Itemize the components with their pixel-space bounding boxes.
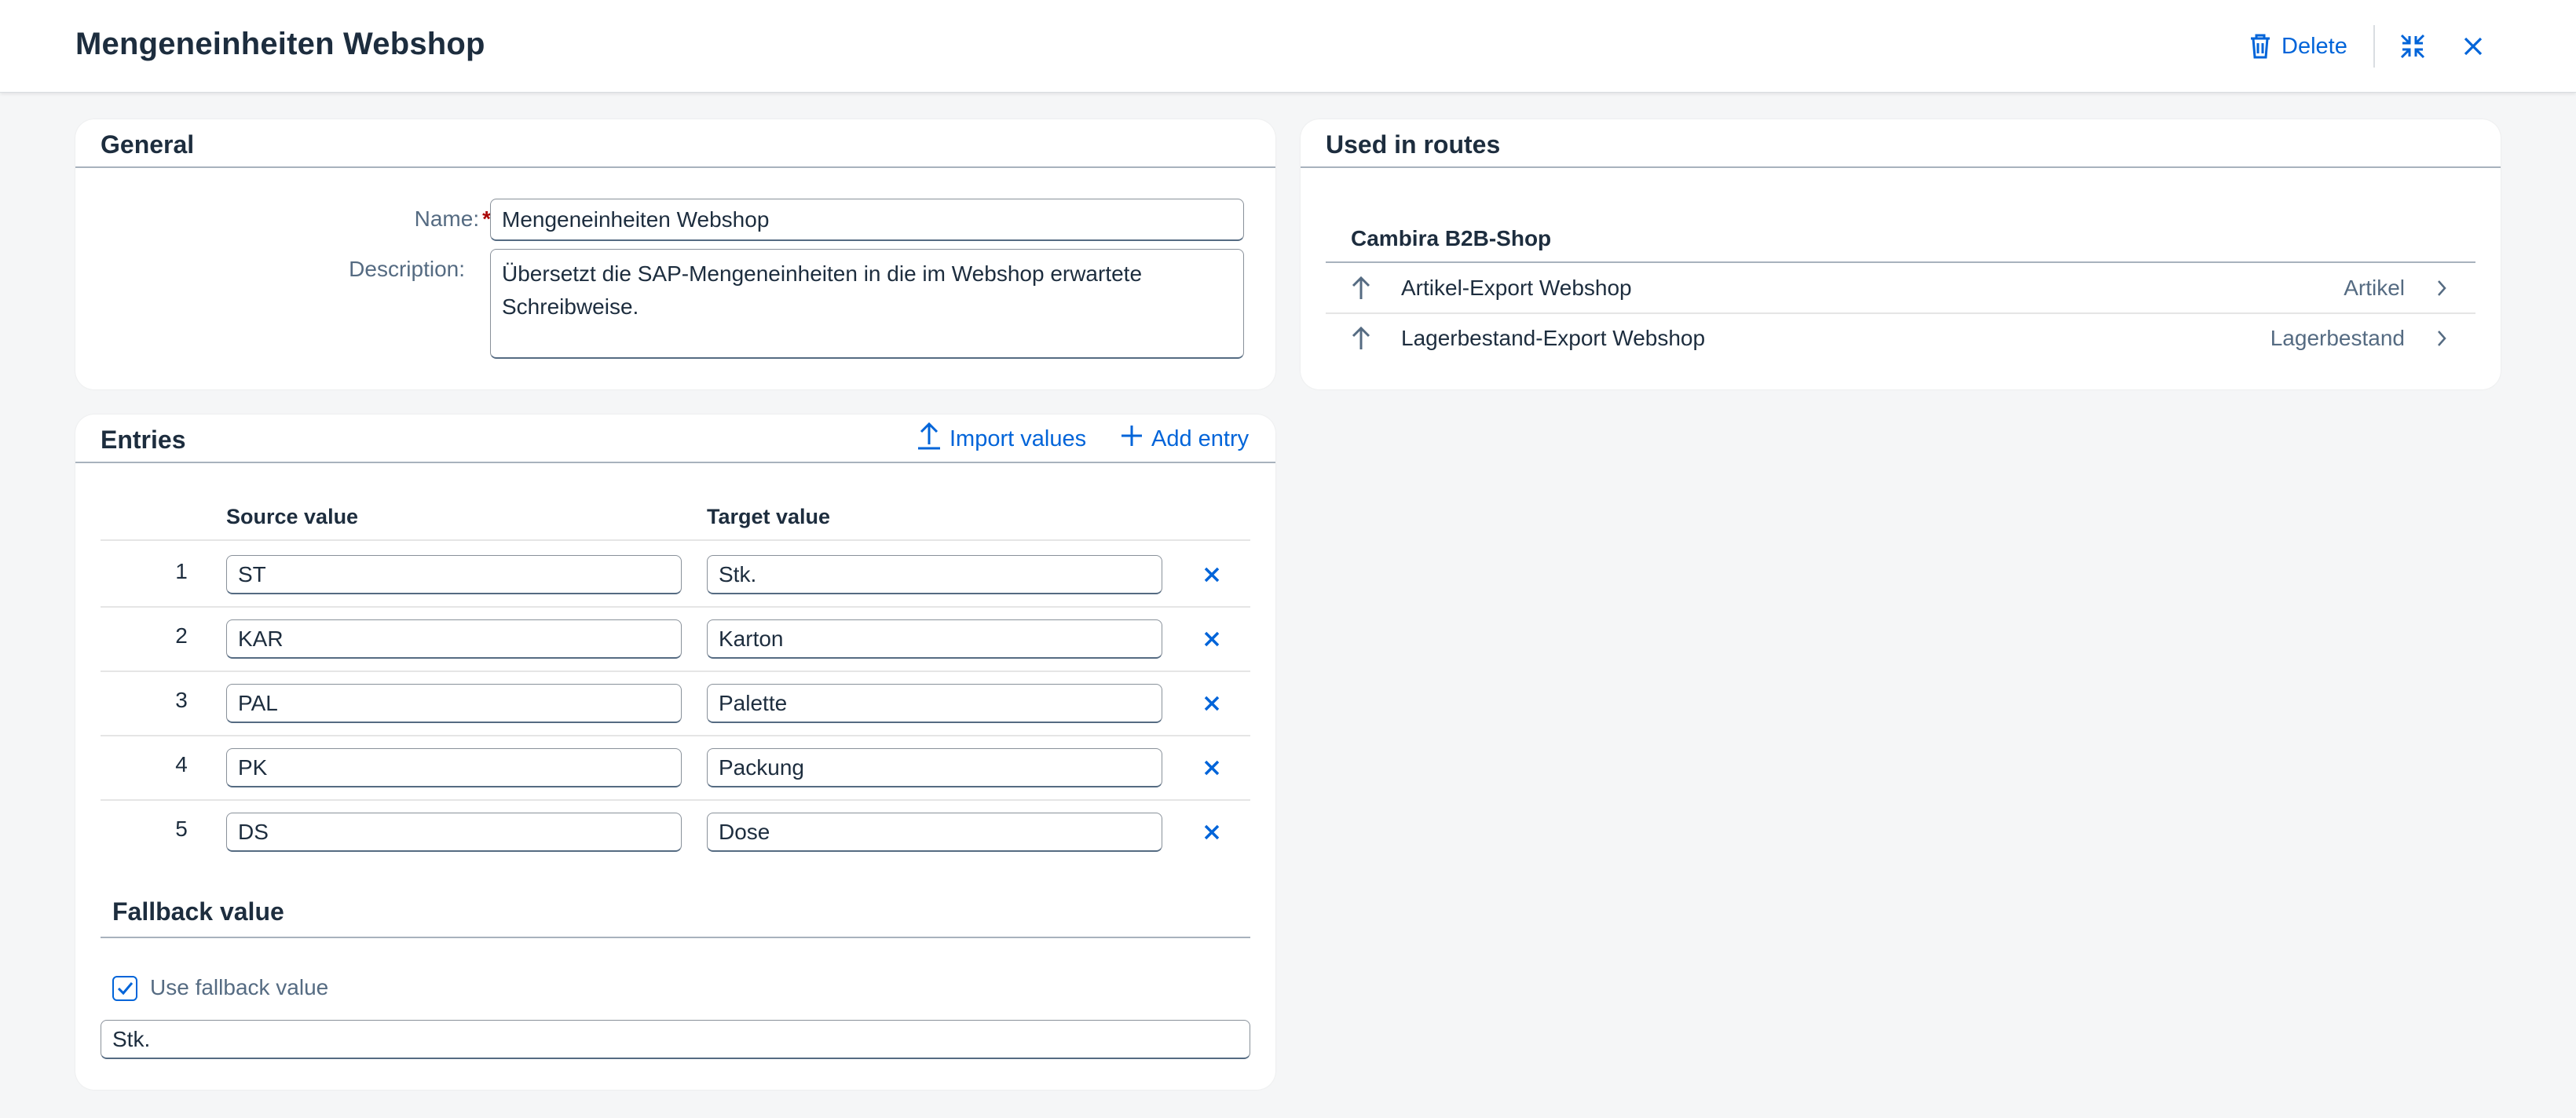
row-divider: [101, 799, 1250, 801]
fallback-value: Stk.: [112, 1026, 151, 1051]
delete-button-label: Delete: [2281, 33, 2347, 59]
target-value: Packung: [719, 754, 804, 780]
general-divider: [75, 166, 1275, 168]
header-separator: [2373, 25, 2375, 68]
close-icon: [1204, 567, 1220, 583]
trash-icon: [2249, 33, 2272, 60]
target-value-input[interactable]: Dose: [707, 813, 1162, 852]
row-number: 3: [175, 688, 188, 712]
route-group-title: Cambira B2B-Shop: [1351, 226, 1552, 250]
source-value-input[interactable]: PAL: [226, 684, 682, 723]
target-value-input[interactable]: Palette: [707, 684, 1162, 723]
name-label-text: Name:: [414, 206, 480, 231]
add-entry-button[interactable]: Add entry: [1120, 422, 1249, 455]
row-divider: [101, 670, 1250, 672]
close-icon: [2462, 35, 2484, 57]
source-value-input[interactable]: PK: [226, 748, 682, 787]
description-value: Übersetzt die SAP-Mengeneinheiten in die…: [502, 261, 1143, 319]
fallback-value-input[interactable]: Stk.: [101, 1020, 1250, 1059]
checkmark-icon: [117, 982, 134, 996]
target-value-input[interactable]: Stk.: [707, 555, 1162, 594]
arrow-up-icon: [1351, 276, 1371, 305]
delete-button[interactable]: Delete: [2249, 24, 2347, 69]
source-value-input[interactable]: KAR: [226, 619, 682, 659]
remove-entry-button[interactable]: [1196, 688, 1228, 719]
exit-fullscreen-button[interactable]: [2399, 24, 2426, 69]
target-value: Palette: [719, 690, 788, 715]
name-input[interactable]: Mengeneinheiten Webshop: [490, 199, 1244, 241]
fallback-title: Fallback value: [112, 897, 284, 926]
object-page-header: Mengeneinheiten Webshop Delete: [0, 0, 2576, 93]
source-value: KAR: [238, 626, 284, 651]
chevron-right-icon: [2436, 279, 2447, 301]
row-number: 2: [175, 623, 188, 648]
routes-title: Used in routes: [1326, 130, 1501, 159]
import-values-label: Import values: [950, 426, 1087, 451]
close-icon: [1204, 631, 1220, 647]
route-name: Lagerbestand-Export Webshop: [1401, 326, 1706, 350]
arrow-up-icon: [1351, 326, 1371, 355]
close-icon: [1204, 824, 1220, 840]
import-values-button[interactable]: Import values: [917, 422, 1086, 455]
route-type: Artikel: [2344, 276, 2405, 300]
fallback-divider: [101, 937, 1250, 938]
row-number: 4: [175, 752, 188, 776]
add-icon: [1120, 424, 1151, 454]
target-value-input[interactable]: Karton: [707, 619, 1162, 659]
table-header-divider: [101, 539, 1250, 541]
row-number: 5: [175, 817, 188, 841]
entries-divider: [75, 462, 1275, 463]
name-label: Name: *: [314, 206, 491, 232]
exit-fullscreen-icon: [2399, 33, 2426, 60]
row-divider: [101, 606, 1250, 608]
page-title: Mengeneinheiten Webshop: [75, 27, 485, 61]
source-value: PK: [238, 754, 268, 780]
upload-icon: [917, 421, 950, 457]
use-fallback-label: Use fallback value: [150, 975, 329, 999]
route-item[interactable]: Lagerbestand-Export Webshop Lagerbestand: [1326, 313, 2475, 364]
source-value: DS: [238, 819, 269, 844]
close-button[interactable]: [2462, 24, 2484, 69]
target-value: Stk.: [719, 561, 757, 586]
route-type: Lagerbestand: [2270, 326, 2405, 350]
chevron-right-icon: [2436, 329, 2447, 352]
row-number: 1: [175, 559, 188, 583]
use-fallback-checkbox[interactable]: [112, 976, 137, 1001]
routes-divider: [1301, 166, 2501, 168]
route-name: Artikel-Export Webshop: [1401, 276, 1632, 300]
description-label: Description:: [349, 257, 465, 281]
remove-entry-button[interactable]: [1196, 752, 1228, 784]
column-header-source: Source value: [226, 505, 359, 528]
close-icon: [1204, 760, 1220, 776]
column-header-target: Target value: [707, 505, 831, 528]
target-value: Dose: [719, 819, 770, 844]
remove-entry-button[interactable]: [1196, 559, 1228, 590]
entries-title: Entries: [101, 426, 186, 454]
target-value-input[interactable]: Packung: [707, 748, 1162, 787]
add-entry-label: Add entry: [1151, 426, 1250, 451]
description-textarea[interactable]: Übersetzt die SAP-Mengeneinheiten in die…: [490, 249, 1244, 359]
close-icon: [1204, 696, 1220, 711]
general-title: General: [101, 130, 195, 159]
remove-entry-button[interactable]: [1196, 623, 1228, 655]
row-divider: [101, 735, 1250, 736]
route-item[interactable]: Artikel-Export Webshop Artikel: [1326, 263, 2475, 313]
target-value: Karton: [719, 626, 784, 651]
source-value-input[interactable]: DS: [226, 813, 682, 852]
source-value: PAL: [238, 690, 278, 715]
remove-entry-button[interactable]: [1196, 817, 1228, 848]
source-value-input[interactable]: ST: [226, 555, 682, 594]
name-input-value: Mengeneinheiten Webshop: [502, 206, 770, 232]
source-value: ST: [238, 561, 266, 586]
